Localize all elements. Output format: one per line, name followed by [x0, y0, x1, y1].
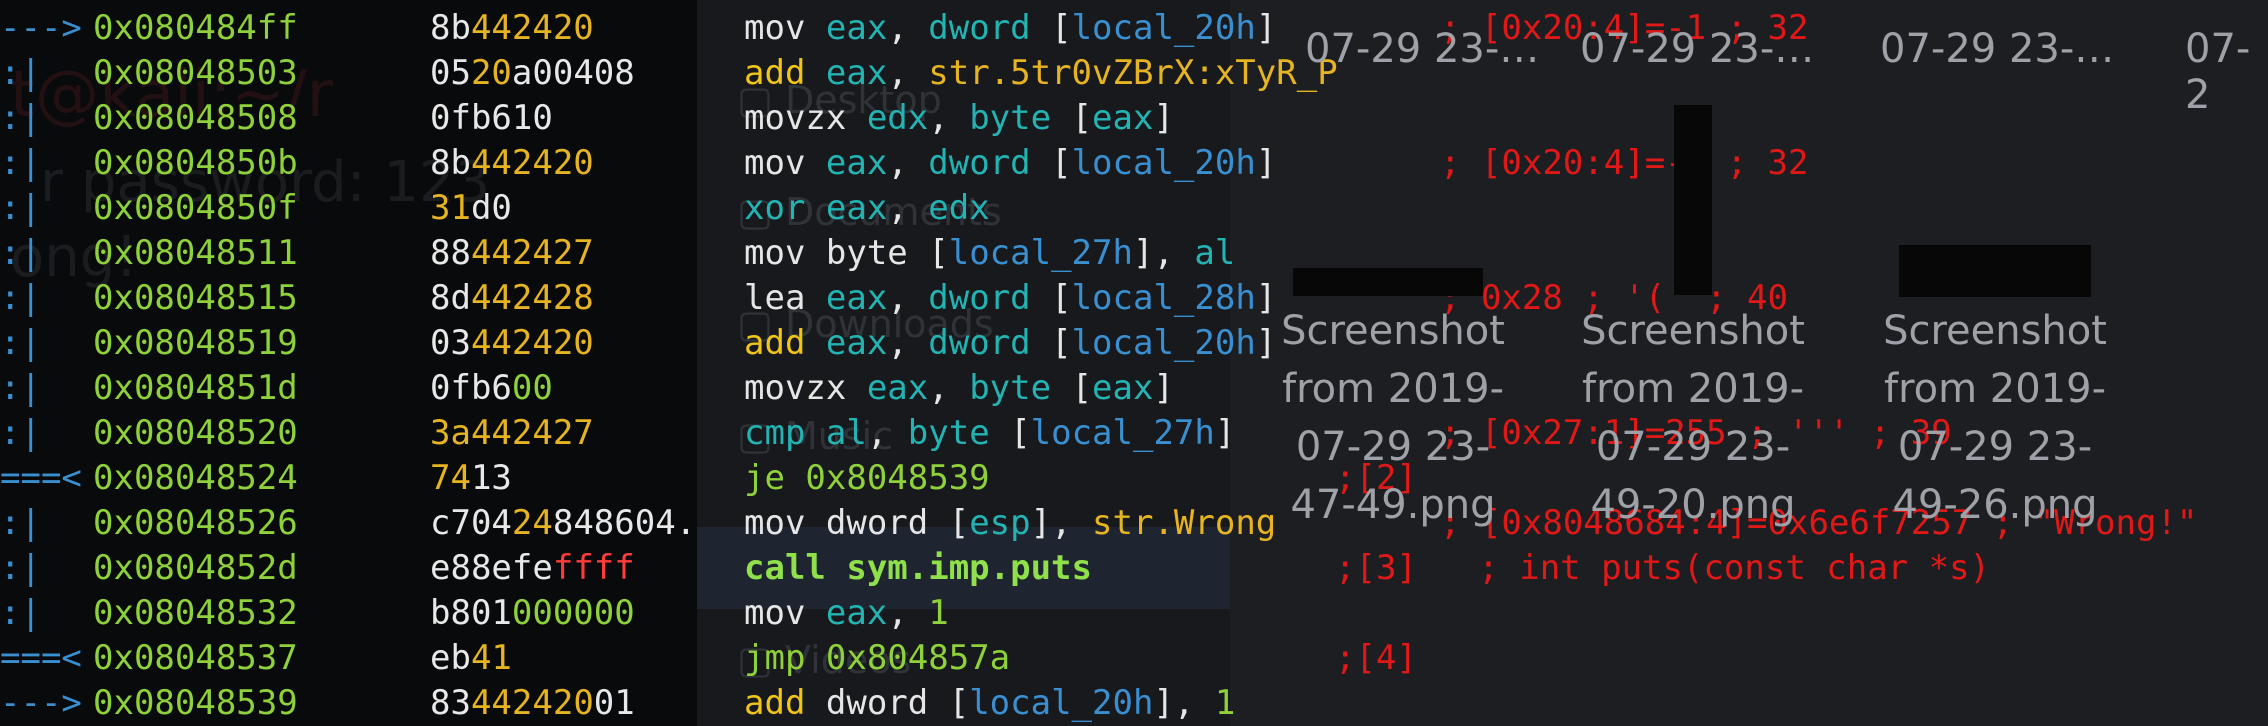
- instruction-comment: ;[4]: [1335, 638, 1417, 678]
- instruction-text[interactable]: add eax, str.5tr0vZBrX:xTyR_P: [744, 51, 1338, 96]
- instruction-bytes: 7413: [430, 458, 512, 498]
- instruction-text[interactable]: mov dword [esp], str.Wrong: [744, 501, 1276, 546]
- flow-arrow: :|: [0, 368, 41, 408]
- instruction-address[interactable]: 0x08048524: [93, 456, 298, 501]
- disasm-row[interactable]: :| 0x0804850f 31d0 xor eax, edx: [0, 186, 2268, 231]
- disasm-row[interactable]: ===< 0x08048537 eb41 jmp 0x804857a: [0, 636, 2268, 681]
- disasm-row[interactable]: ---> 0x08048539 8344242001 add dword [local…: [0, 681, 2268, 726]
- instruction-bytes: 8b442420: [430, 8, 594, 48]
- instruction-address[interactable]: 0x08048537: [93, 636, 298, 681]
- instruction-text[interactable]: lea eax, dword [local_28h]: [744, 276, 1276, 321]
- instruction-address[interactable]: 0x0804851d: [93, 366, 298, 411]
- file-label-fragment[interactable]: 07-29 23-…: [1305, 26, 1539, 72]
- flow-arrow: :|: [0, 323, 41, 363]
- flow-arrow: :|: [0, 53, 41, 93]
- file-label-fragment[interactable]: 07-2: [2185, 26, 2268, 118]
- thumbnail-image-1[interactable]: [1293, 268, 1483, 296]
- flow-arrow: :|: [0, 278, 41, 318]
- flow-arrow: :|: [0, 143, 41, 183]
- instruction-address[interactable]: 0x0804850f: [93, 186, 298, 231]
- flow-arrow: --->: [0, 8, 82, 48]
- flow-arrow: --->: [0, 683, 82, 723]
- instruction-bytes: 3a442427: [430, 413, 594, 453]
- instruction-address[interactable]: 0x08048511: [93, 231, 298, 276]
- flow-arrow: :|: [0, 98, 41, 138]
- instruction-bytes: 0520a00408: [430, 53, 635, 93]
- disasm-row[interactable]: :| 0x08048532 b801000000 mov eax, 1: [0, 591, 2268, 636]
- flow-arrow: :|: [0, 548, 41, 588]
- instruction-text[interactable]: cmp al, byte [local_27h]: [744, 411, 1235, 456]
- instruction-bytes: e88efeffff: [430, 548, 635, 588]
- file-thumbnail-label[interactable]: Screenshot from 2019- 07-29 23- 49-26.png: [1850, 302, 2140, 534]
- instruction-text[interactable]: mov byte [local_27h], al: [744, 231, 1235, 276]
- instruction-address[interactable]: 0x08048532: [93, 591, 298, 636]
- instruction-address[interactable]: 0x08048520: [93, 411, 298, 456]
- instruction-address[interactable]: 0x08048508: [93, 96, 298, 141]
- flow-arrow: ===<: [0, 458, 82, 498]
- instruction-address[interactable]: 0x08048526: [93, 501, 298, 546]
- instruction-text[interactable]: mov eax, dword [local_20h]: [744, 6, 1276, 51]
- disasm-row[interactable]: :| 0x0804850b 8b442420 mov eax, dword [loca…: [0, 141, 2268, 186]
- instruction-address[interactable]: 0x0804852d: [93, 546, 298, 591]
- instruction-bytes: 0fb600: [430, 368, 553, 408]
- instruction-text[interactable]: call sym.imp.puts: [744, 546, 1092, 591]
- instruction-text[interactable]: jmp 0x804857a: [744, 636, 1010, 681]
- flow-arrow: :|: [0, 593, 41, 633]
- instruction-address[interactable]: 0x08048519: [93, 321, 298, 366]
- instruction-bytes: 0fb610: [430, 98, 553, 138]
- instruction-address[interactable]: 0x080484ff: [93, 6, 298, 51]
- flow-arrow: :|: [0, 233, 41, 273]
- flow-arrow: :|: [0, 188, 41, 228]
- instruction-address[interactable]: 0x0804850b: [93, 141, 298, 186]
- instruction-address[interactable]: 0x08048515: [93, 276, 298, 321]
- instruction-address[interactable]: 0x08048539: [93, 681, 298, 726]
- instruction-bytes: 03442420: [430, 323, 594, 363]
- instruction-text[interactable]: je 0x8048539: [744, 456, 990, 501]
- file-thumbnail-label[interactable]: Screenshot from 2019- 07-29 23- 49-20.png: [1548, 302, 1838, 534]
- instruction-bytes: b801000000: [430, 593, 635, 633]
- flow-arrow: ===<: [0, 638, 82, 678]
- instruction-text[interactable]: mov eax, dword [local_20h]: [744, 141, 1276, 186]
- disasm-row[interactable]: :| 0x08048508 0fb610 movzx edx, byte [eax]: [0, 96, 2268, 141]
- file-label-fragment[interactable]: 07-29 23-…: [1580, 26, 1814, 72]
- instruction-comment: ;[3] ; int puts(const char *s): [1335, 548, 1991, 588]
- instruction-bytes: eb41: [430, 638, 512, 678]
- thumbnail-image-3[interactable]: [1899, 245, 2091, 297]
- instruction-text[interactable]: add dword [local_20h], 1: [744, 681, 1235, 726]
- instruction-bytes: 31d0: [430, 188, 512, 228]
- instruction-address[interactable]: 0x08048503: [93, 51, 298, 96]
- instruction-text[interactable]: mov eax, 1: [744, 591, 949, 636]
- instruction-text[interactable]: add eax, dword [local_20h]: [744, 321, 1276, 366]
- instruction-bytes: 8b442420: [430, 143, 594, 183]
- flow-arrow: :|: [0, 503, 41, 543]
- instruction-bytes: 8344242001: [430, 683, 635, 723]
- instruction-text[interactable]: xor eax, edx: [744, 186, 990, 231]
- instruction-comment: ; [0x20:4]=-1 ; 32: [1440, 143, 1809, 183]
- instruction-bytes: c70424848604.: [430, 503, 697, 543]
- file-thumbnail-label[interactable]: Screenshot from 2019- 07-29 23- 47-49.png: [1248, 302, 1538, 534]
- instruction-bytes: 8d442428: [430, 278, 594, 318]
- flow-arrow: :|: [0, 413, 41, 453]
- instruction-bytes: 88442427: [430, 233, 594, 273]
- file-label-fragment[interactable]: 07-29 23-…: [1880, 26, 2114, 72]
- thumbnail-image-2[interactable]: [1674, 105, 1712, 295]
- instruction-text[interactable]: movzx edx, byte [eax]: [744, 96, 1174, 141]
- instruction-text[interactable]: movzx eax, byte [eax]: [744, 366, 1174, 411]
